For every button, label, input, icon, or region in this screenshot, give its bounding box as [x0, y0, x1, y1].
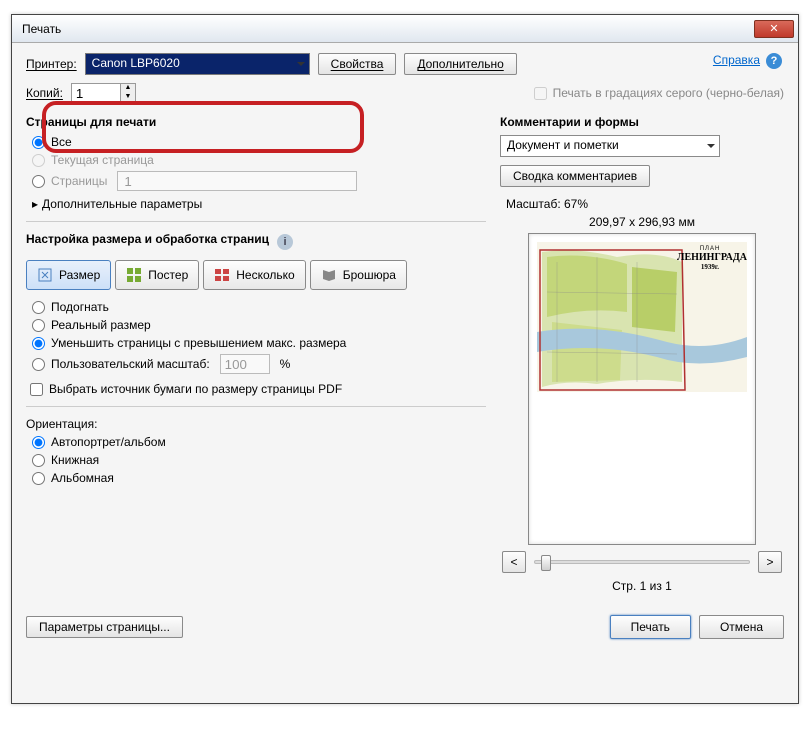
- page-setup-button[interactable]: Параметры страницы...: [26, 616, 183, 638]
- radio-custom-input[interactable]: [32, 358, 45, 371]
- radio-all[interactable]: Все: [32, 135, 486, 149]
- multiple-icon: [214, 267, 230, 283]
- radio-fit[interactable]: Подогнать: [32, 300, 486, 314]
- radio-orient-auto-input[interactable]: [32, 436, 45, 449]
- cancel-button[interactable]: Отмена: [699, 615, 784, 639]
- copies-label: Копий:: [26, 86, 63, 100]
- orient-title: Ориентация:: [26, 417, 486, 431]
- radio-all-input[interactable]: [32, 136, 45, 149]
- help-link[interactable]: Справка: [713, 53, 760, 67]
- grayscale-checkbox-row: Печать в градациях серого (черно-белая): [534, 86, 784, 100]
- copies-input[interactable]: [71, 83, 121, 103]
- tab-size[interactable]: Размер: [26, 260, 111, 290]
- booklet-icon: [321, 267, 337, 283]
- print-button[interactable]: Печать: [610, 615, 691, 639]
- custom-scale-input[interactable]: [220, 354, 270, 374]
- poster-icon: [126, 267, 142, 283]
- radio-orient-portrait-input[interactable]: [32, 454, 45, 467]
- scale-label: Масштаб: 67%: [506, 197, 784, 211]
- info-icon[interactable]: i: [277, 234, 293, 250]
- page-count-label: Стр. 1 из 1: [500, 579, 784, 593]
- printer-label: Принтер:: [26, 57, 77, 71]
- radio-pages-input[interactable]: [32, 175, 45, 188]
- preview-prev-button[interactable]: <: [502, 551, 526, 573]
- radio-fit-input[interactable]: [32, 301, 45, 314]
- slider-thumb[interactable]: [541, 555, 551, 571]
- radio-shrink-input[interactable]: [32, 337, 45, 350]
- print-dialog: Печать ✕ Принтер: Canon LBP6020 Свойства…: [11, 14, 799, 704]
- print-preview: ПЛАН ЛЕНИНГРАДА 1939г.: [528, 233, 756, 545]
- spin-up-icon[interactable]: ▲: [121, 84, 135, 93]
- help-icon[interactable]: ?: [766, 53, 782, 69]
- choose-source-checkbox[interactable]: [30, 383, 43, 396]
- advanced-button[interactable]: Дополнительно: [404, 53, 516, 75]
- comments-summary-button[interactable]: Сводка комментариев: [500, 165, 650, 187]
- radio-orient-auto[interactable]: Автопортрет/альбом: [32, 435, 486, 449]
- tab-multiple[interactable]: Несколько: [203, 260, 305, 290]
- tab-booklet[interactable]: Брошюра: [310, 260, 407, 290]
- radio-orient-landscape[interactable]: Альбомная: [32, 471, 486, 485]
- radio-actual[interactable]: Реальный размер: [32, 318, 486, 332]
- radio-orient-portrait[interactable]: Книжная: [32, 453, 486, 467]
- radio-shrink[interactable]: Уменьшить страницы с превышением макс. р…: [32, 336, 486, 350]
- preview-zoom-slider[interactable]: [534, 560, 750, 564]
- radio-current: Текущая страница: [32, 153, 486, 167]
- chevron-left-icon: <: [510, 555, 517, 569]
- size-title: Настройка размера и обработка страниц: [26, 232, 269, 246]
- titlebar: Печать ✕: [12, 15, 798, 43]
- copies-spinner[interactable]: ▲ ▼: [71, 83, 136, 103]
- grayscale-label: Печать в градациях серого (черно-белая): [553, 86, 784, 100]
- comments-title: Комментарии и формы: [500, 115, 784, 129]
- radio-orient-landscape-input[interactable]: [32, 472, 45, 485]
- comments-select[interactable]: Документ и пометки: [500, 135, 720, 157]
- spin-down-icon[interactable]: ▼: [121, 93, 135, 102]
- window-title: Печать: [22, 22, 61, 36]
- dimensions-label: 209,97 x 296,93 мм: [500, 215, 784, 229]
- tab-poster[interactable]: Постер: [115, 260, 199, 290]
- radio-current-input: [32, 154, 45, 167]
- radio-custom[interactable]: Пользовательский масштаб: %: [32, 354, 486, 374]
- properties-button[interactable]: Свойства: [318, 53, 397, 75]
- pages-title: Страницы для печати: [26, 115, 486, 129]
- choose-source-row[interactable]: Выбрать источник бумаги по размеру стран…: [30, 382, 486, 396]
- size-icon: [37, 267, 53, 283]
- pages-range-input[interactable]: [117, 171, 357, 191]
- more-options-toggle[interactable]: Дополнительные параметры: [32, 197, 486, 211]
- printer-select[interactable]: Canon LBP6020: [85, 53, 310, 75]
- radio-actual-input[interactable]: [32, 319, 45, 332]
- radio-pages[interactable]: Страницы: [32, 171, 486, 191]
- close-button[interactable]: ✕: [754, 20, 794, 38]
- grayscale-checkbox: [534, 87, 547, 100]
- preview-map-title: ПЛАН ЛЕНИНГРАДА 1939г.: [677, 246, 743, 271]
- close-icon: ✕: [769, 22, 778, 35]
- chevron-right-icon: >: [766, 555, 773, 569]
- preview-next-button[interactable]: >: [758, 551, 782, 573]
